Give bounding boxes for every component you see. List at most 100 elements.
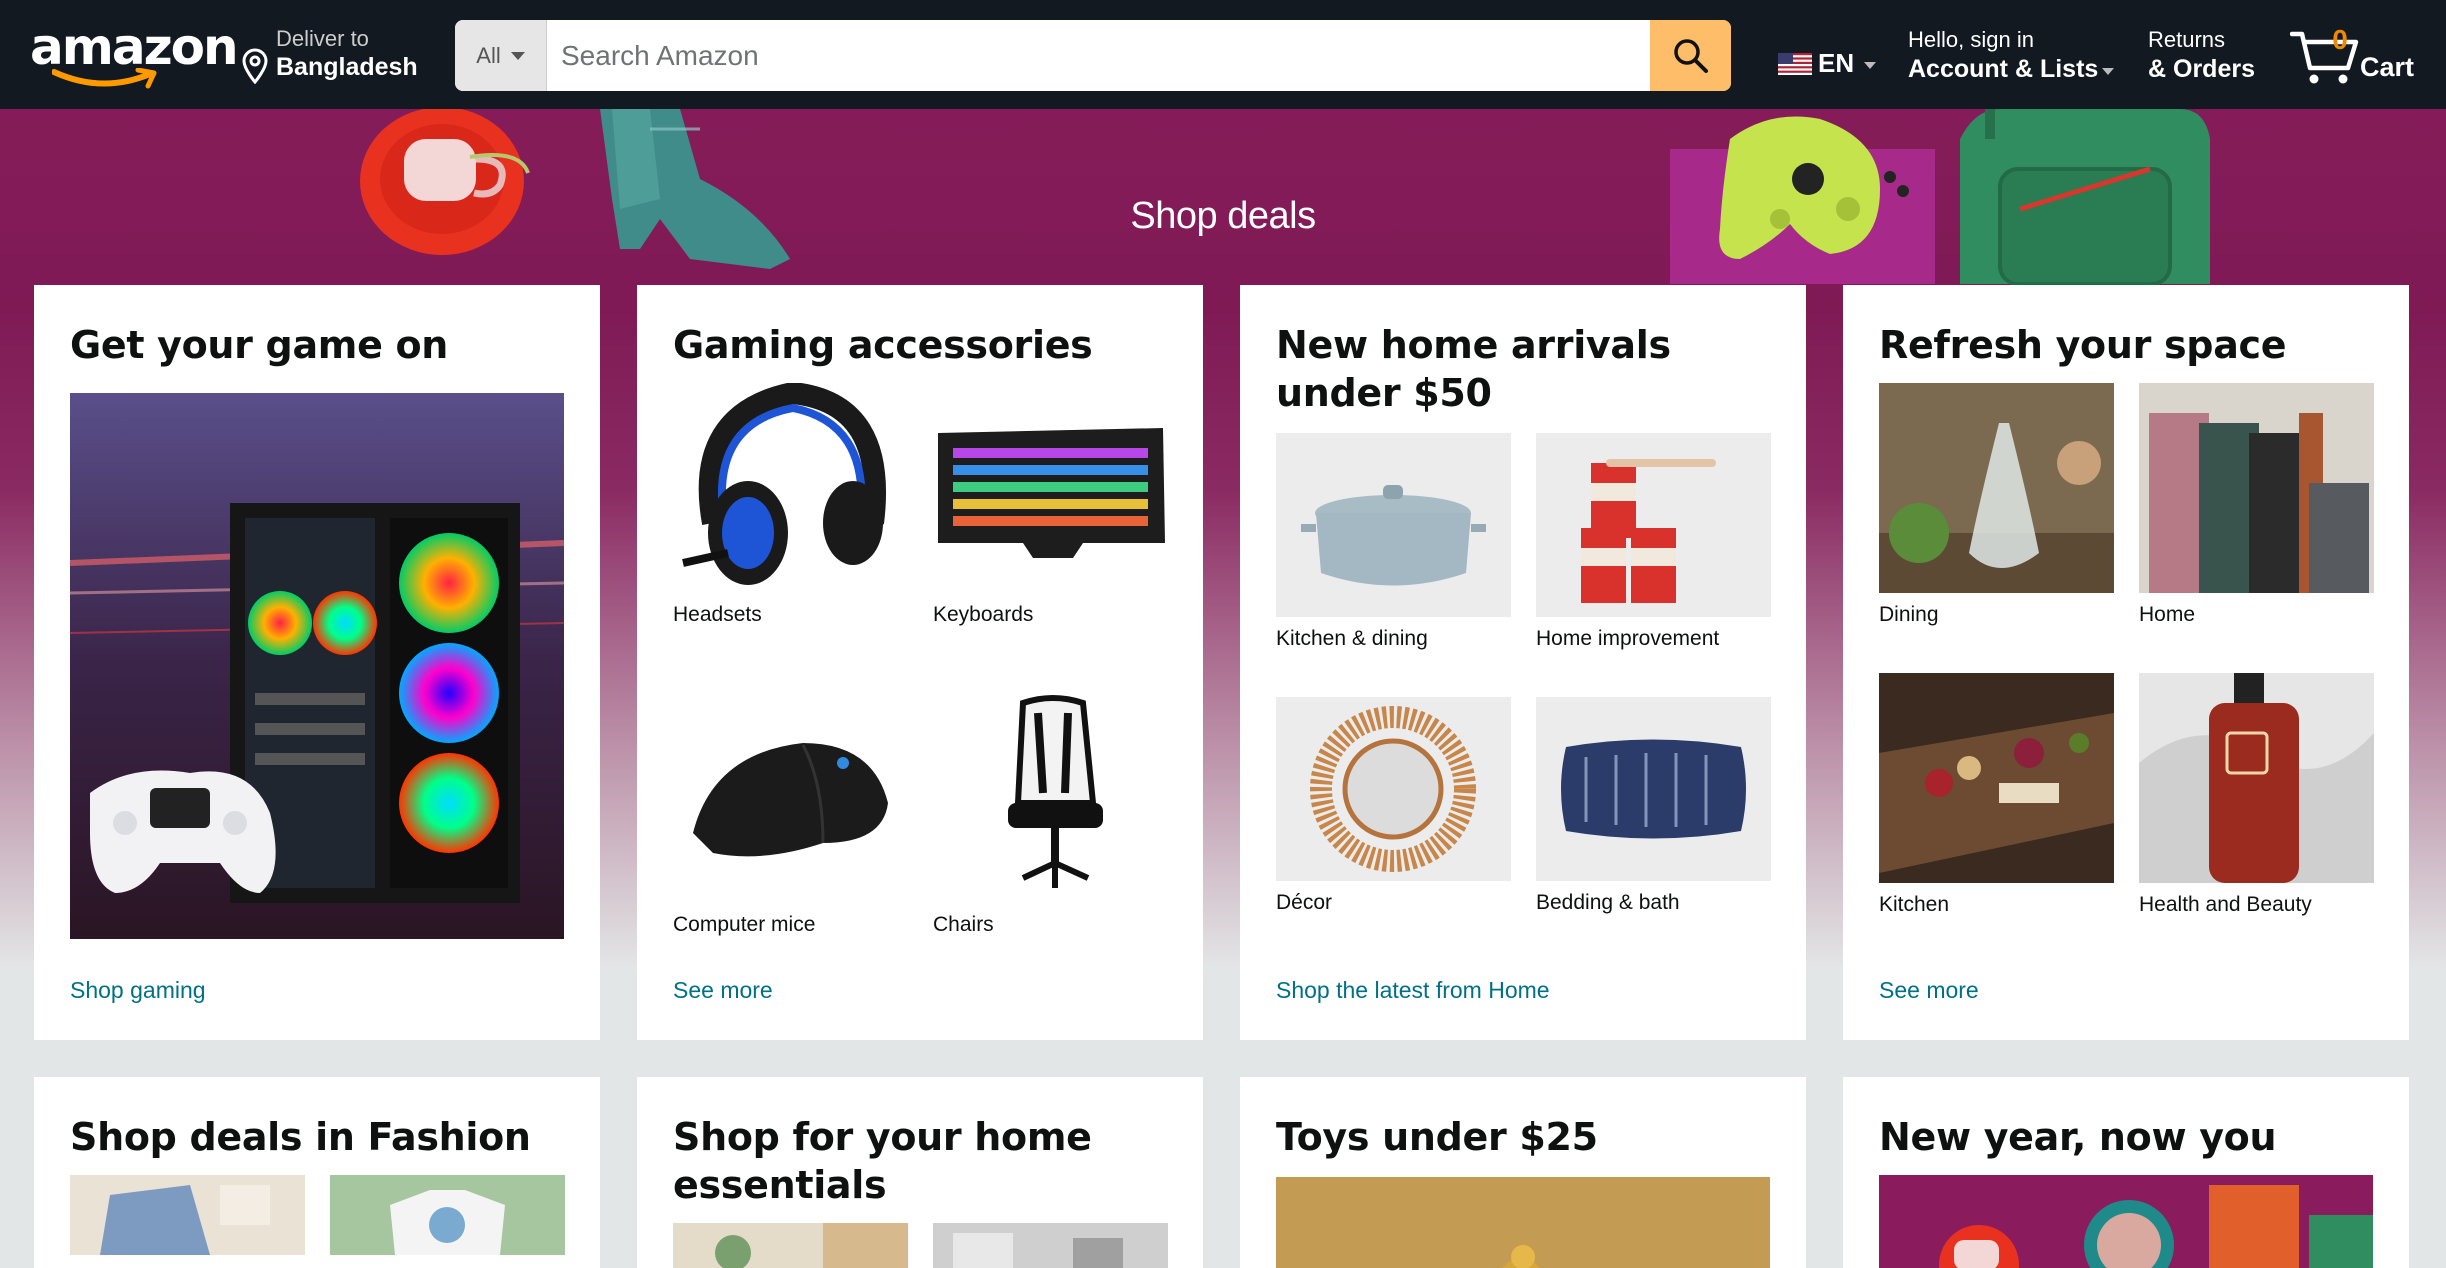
card-title: Get your game on [70, 323, 449, 367]
card-title: New year, now you [1879, 1115, 2277, 1159]
search-category-dropdown[interactable]: All [455, 20, 547, 91]
search-button[interactable] [1650, 20, 1731, 91]
card-new-year-now-you: New year, now you [1843, 1077, 2409, 1268]
search-input[interactable] [547, 20, 1650, 91]
us-flag-icon [1778, 52, 1812, 75]
card-title: Shop deals in Fashion [70, 1115, 531, 1159]
card-title: Refresh your space [1879, 323, 2287, 367]
chevron-down-icon [2102, 67, 2115, 75]
shop-latest-home-link[interactable]: Shop the latest from Home [1276, 977, 1550, 1004]
hero-product-images [360, 109, 2210, 286]
tile-caption: Bedding & bath [1536, 891, 1680, 914]
tile-grid [70, 1175, 565, 1260]
new-year-image[interactable] [1879, 1175, 2373, 1268]
see-more-link[interactable]: See more [673, 977, 773, 1004]
top-nav-bar: amazon Deliver to Bangladesh All Search … [0, 0, 2446, 109]
keyboard-image [933, 383, 1168, 593]
language-code: EN [1818, 48, 1855, 78]
rattan-mirror-image [1276, 697, 1511, 881]
cart-button[interactable]: 0 Cart [2290, 24, 2430, 88]
account-lists-text: Account & Lists [1908, 55, 2099, 83]
paint-cans-image [1536, 433, 1771, 617]
tile-caption: Chairs [933, 913, 994, 936]
home-essential-image [673, 1223, 908, 1268]
search-bar: All [455, 20, 1731, 91]
card-refresh-your-space: Refresh your space Dining Home Kitchen H… [1843, 285, 2409, 1040]
tile-headsets[interactable]: Headsets [673, 383, 908, 627]
tile-caption: Home [2139, 603, 2196, 626]
red-plate-cup-image [360, 109, 530, 255]
tile-grid: Dining Home Kitchen Health and Beauty [1879, 383, 2374, 917]
card-toys-under-25: Toys under $25 [1240, 1077, 1806, 1268]
lotion-bottle-image [2139, 673, 2374, 883]
tile-caption: Kitchen & dining [1276, 627, 1428, 650]
returns-and-orders[interactable]: Returns & Orders [2148, 26, 2255, 84]
logo-wordmark: amazon [30, 18, 239, 76]
tile-fashion-jeans[interactable] [70, 1175, 305, 1260]
chevron-down-icon [510, 51, 525, 60]
search-icon [1673, 38, 1708, 73]
tile-kitchen[interactable]: Kitchen [1879, 673, 2114, 917]
cart-label: Cart [2360, 52, 2415, 82]
orders-label: & Orders [2148, 55, 2255, 83]
location-pin-icon [242, 48, 268, 84]
tile-home-improvement[interactable]: Home improvement [1536, 433, 1771, 651]
tile-home-essential-1[interactable] [673, 1223, 908, 1268]
tile-bedding-bath[interactable]: Bedding & bath [1536, 697, 1771, 915]
language-selector[interactable]: EN [1778, 48, 1877, 79]
card-title: Toys under $25 [1276, 1115, 1598, 1159]
dutch-oven-image [1276, 433, 1511, 617]
card-get-your-game-on: Get your game on Shop gaming [34, 285, 600, 1040]
card-home-essentials: Shop for your home essentials [637, 1077, 1203, 1268]
deliver-country: Bangladesh [276, 53, 418, 81]
pillow-image [1536, 697, 1771, 881]
tile-grid: Headsets Keyboards Computer mice Chairs [673, 383, 1167, 937]
green-controller-image [1670, 116, 1935, 284]
cart-count-badge: 0 [2332, 24, 2348, 55]
chevron-down-icon [1864, 62, 1877, 69]
tile-decor[interactable]: Décor [1276, 697, 1511, 915]
dining-image [1879, 383, 2114, 593]
tile-home[interactable]: Home [2139, 383, 2374, 627]
tile-caption: Décor [1276, 891, 1333, 914]
see-more-link[interactable]: See more [1879, 977, 1979, 1004]
tile-fashion-tshirt[interactable] [330, 1175, 565, 1260]
tile-computer-mice[interactable]: Computer mice [673, 693, 908, 937]
gaming-pc-image[interactable] [70, 393, 564, 939]
tile-home-essential-2[interactable] [933, 1223, 1168, 1268]
account-greeting: Hello, sign in [1908, 27, 2034, 52]
shop-gaming-link[interactable]: Shop gaming [70, 977, 206, 1004]
tile-caption: Computer mice [673, 913, 816, 936]
account-lists-label: Account & Lists [1908, 54, 2115, 84]
mouse-image [673, 693, 908, 903]
search-category-label: All [476, 42, 501, 68]
tshirt-image [330, 1175, 565, 1255]
card-new-home-arrivals: New home arrivals under $50 Kitchen & di… [1240, 285, 1806, 1040]
tile-caption: Dining [1879, 603, 1939, 626]
glitter-boot-image [600, 109, 790, 269]
returns-label: Returns [2148, 27, 2226, 52]
deliver-to-location[interactable]: Deliver to Bangladesh [240, 26, 418, 86]
tile-chairs[interactable]: Chairs [933, 693, 1168, 937]
card-shop-deals-fashion: Shop deals in Fashion [34, 1077, 600, 1268]
home-towels-image [2139, 383, 2374, 593]
tile-caption: Keyboards [933, 603, 1034, 626]
tile-health-beauty[interactable]: Health and Beauty [2139, 673, 2374, 917]
jeans-image [70, 1175, 305, 1255]
chair-image [933, 693, 1168, 903]
tile-grid [673, 1223, 1168, 1268]
card-gaming-accessories: Gaming accessories Headsets Keyboards Co… [637, 285, 1203, 1040]
account-and-lists[interactable]: Hello, sign in Account & Lists [1908, 26, 2115, 84]
tile-caption: Headsets [673, 603, 762, 626]
toys-image[interactable] [1276, 1177, 1770, 1268]
home-essential-image [933, 1223, 1168, 1268]
amazon-logo[interactable]: amazon [30, 18, 239, 92]
tile-keyboards[interactable]: Keyboards [933, 383, 1168, 627]
tile-caption: Home improvement [1536, 627, 1720, 650]
deliver-label: Deliver to [276, 26, 369, 51]
tile-kitchen-dining[interactable]: Kitchen & dining [1276, 433, 1511, 651]
tile-dining[interactable]: Dining [1879, 383, 2114, 627]
card-title: Shop for your home essentials [673, 1115, 1092, 1207]
tile-caption: Health and Beauty [2139, 893, 2312, 916]
tile-caption: Kitchen [1879, 893, 1950, 916]
